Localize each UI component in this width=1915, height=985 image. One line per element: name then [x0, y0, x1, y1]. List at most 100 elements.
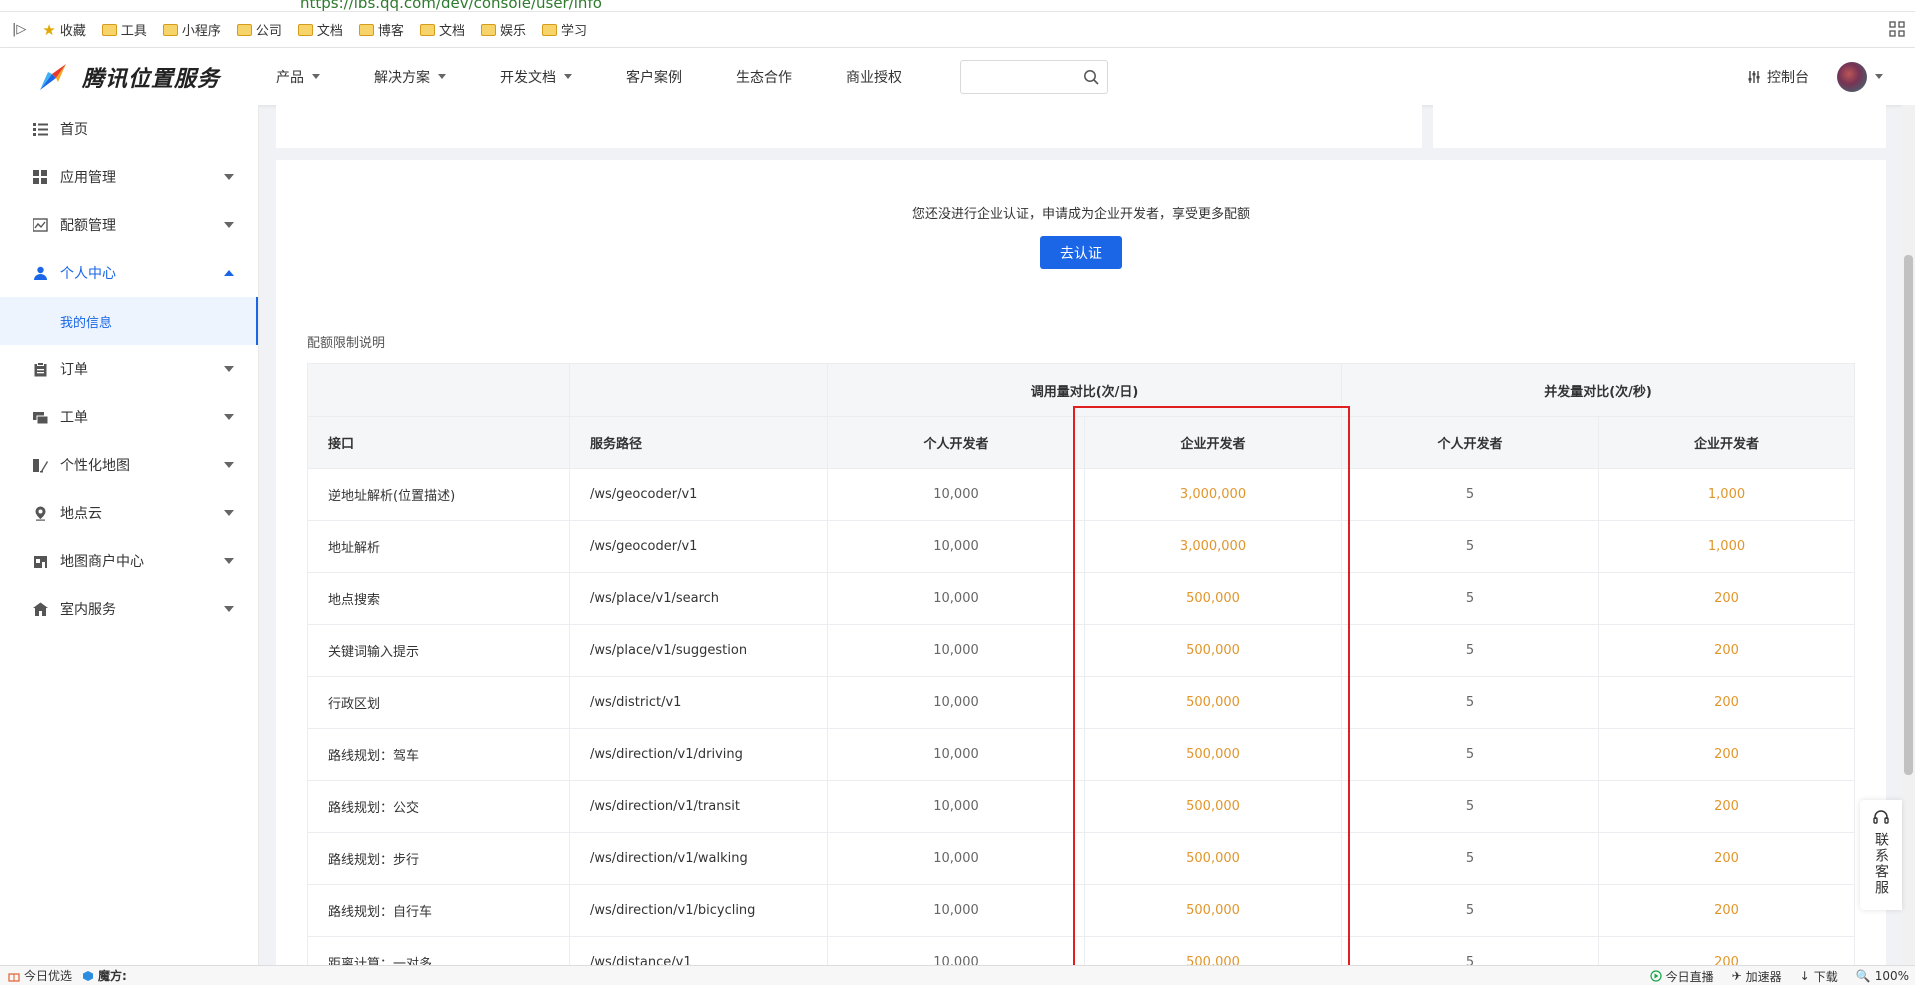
nav-item[interactable]: 生态合作 — [736, 67, 812, 87]
cell-api: 路线规划：公交 — [307, 780, 570, 833]
cell-personal-calls: 10,000 — [827, 676, 1085, 729]
cell-path: /ws/direction/v1/walking — [569, 832, 828, 885]
scrollbar[interactable] — [1902, 105, 1915, 965]
avatar[interactable] — [1837, 61, 1867, 92]
bookmark-label: 文档 — [316, 24, 343, 39]
table-row: 地点搜索/ws/place/v1/search 10,000 500,000 5 200 — [307, 572, 1856, 625]
bookmark-item[interactable]: ★ 收藏 — [42, 20, 86, 40]
bookmark-item[interactable]: 文档 — [419, 20, 465, 39]
cell-enterprise-concurrency: 200 — [1598, 676, 1856, 729]
brand-name: 腾讯位置服务 — [82, 66, 221, 92]
ticket-icon — [33, 410, 49, 425]
nav-item[interactable]: 产品 — [276, 67, 340, 87]
statusbar-zoom[interactable]: 🔍 100% — [1856, 969, 1909, 983]
sidebar-item[interactable]: 订单 — [0, 345, 258, 393]
column-header-enterprise-concurrency: 企业开发者 — [1598, 416, 1856, 469]
browser-statusbar: 今日优选 魔方: 今日直播 ✈ 加速器 ↓ 下载 🔍 100% — [0, 965, 1915, 985]
sidebar-item[interactable]: 首页 — [0, 105, 258, 153]
download-icon: ↓ — [1799, 969, 1810, 983]
header-right: 控制台 — [1747, 48, 1883, 105]
statusbar-accelerator[interactable]: ✈ 加速器 — [1732, 968, 1782, 985]
statusbar-deals-label: 今日优选 — [24, 969, 73, 983]
table-row: 路线规划：驾车/ws/direction/v1/driving 10,000 500… — [307, 728, 1856, 781]
browser-address-strip: https://lbs.qq.com/dev/console/user/info — [0, 0, 1915, 12]
cell-personal-concurrency: 5 — [1341, 520, 1600, 573]
folder-icon — [101, 23, 117, 36]
statusbar-download[interactable]: ↓ 下载 — [1800, 968, 1838, 985]
folder-icon — [419, 23, 435, 36]
sidebar-item-label: 地图商户中心 — [60, 554, 144, 570]
sidebar-item[interactable]: 配额管理 — [0, 201, 258, 249]
bookmark-item[interactable]: 学习 — [541, 20, 587, 39]
cell-enterprise-calls: 500,000 — [1083, 624, 1343, 677]
statusbar-cube[interactable]: 魔方: — [82, 967, 127, 984]
search-icon[interactable] — [1083, 69, 1099, 85]
user-menu[interactable] — [1837, 61, 1883, 92]
cell-api: 地址解析 — [307, 520, 570, 573]
bookmark-label: 娱乐 — [499, 24, 526, 39]
cell-personal-concurrency: 5 — [1341, 780, 1600, 833]
bookmark-item[interactable]: 文档 — [297, 20, 343, 39]
console-link[interactable]: 控制台 — [1747, 67, 1809, 87]
sidebar-item[interactable]: 地点云 — [0, 489, 258, 537]
scroll-thumb[interactable] — [1904, 255, 1913, 775]
bookmark-label: 公司 — [255, 24, 282, 39]
cell-personal-calls: 10,000 — [827, 520, 1085, 573]
chevron-down-icon — [224, 414, 234, 420]
sidebar-item[interactable]: 室内服务 — [0, 585, 258, 633]
table-row: 路线规划：公交/ws/direction/v1/transit 10,000 500… — [307, 780, 1856, 833]
nav-item[interactable]: 开发文档 — [500, 67, 592, 87]
sidebar-subitem-my-info[interactable]: 我的信息 — [0, 297, 258, 345]
search-box[interactable] — [960, 59, 1108, 94]
map-edit-icon — [33, 458, 48, 473]
table-row: 逆地址解析(位置描述)/ws/geocoder/v1 10,000 3,000,00… — [307, 468, 1856, 521]
brand-logo[interactable]: 腾讯位置服务 — [36, 60, 276, 94]
sidebar-item[interactable]: 地图商户中心 — [0, 537, 258, 585]
table-row: 地址解析/ws/geocoder/v1 10,000 3,000,000 5 1,000 — [307, 520, 1856, 573]
apps-grid-icon[interactable] — [1889, 21, 1905, 37]
cell-enterprise-calls: 500,000 — [1083, 780, 1343, 833]
contact-service-float[interactable]: 联系客服 — [1860, 800, 1902, 910]
nav-item[interactable]: 解决方案 — [374, 67, 466, 87]
bookmark-label: 收藏 — [59, 24, 86, 39]
cell-enterprise-concurrency: 1,000 — [1598, 520, 1856, 573]
sidebar-item[interactable]: 个性化地图 — [0, 441, 258, 489]
statusbar-cube-label: 魔方: — [98, 969, 127, 983]
headset-icon — [1873, 810, 1889, 824]
info-card-top — [276, 105, 1422, 148]
certify-button[interactable]: 去认证 — [1040, 236, 1122, 269]
sidebar-item[interactable]: 应用管理 — [0, 153, 258, 201]
table-row: 路线规划：自行车/ws/direction/v1/bicycling 10,000… — [307, 884, 1856, 937]
folder-icon — [162, 23, 178, 36]
sidebar-toggle-icon[interactable]: |▷ — [12, 22, 26, 37]
search-input[interactable] — [961, 60, 1071, 93]
cell-enterprise-calls: 500,000 — [1083, 728, 1343, 781]
chevron-down-icon — [312, 74, 320, 79]
cell-path: /ws/direction/v1/driving — [569, 728, 828, 781]
bookmark-item[interactable]: 公司 — [236, 20, 282, 39]
cell-api: 关键词输入提示 — [307, 624, 570, 677]
chevron-down-icon — [1875, 74, 1883, 79]
nav-item[interactable]: 客户案例 — [626, 67, 702, 87]
bookmark-item[interactable]: 小程序 — [162, 20, 221, 39]
compass-logo-icon — [40, 63, 66, 90]
cell-personal-calls: 10,000 — [827, 832, 1085, 885]
address-url[interactable]: https://lbs.qq.com/dev/console/user/info — [300, 0, 602, 11]
cell-personal-concurrency: 5 — [1341, 728, 1600, 781]
statusbar-deals[interactable]: 今日优选 — [8, 967, 72, 984]
sidebar-item-label: 地点云 — [60, 506, 102, 522]
cell-enterprise-concurrency: 200 — [1598, 832, 1856, 885]
cell-personal-concurrency: 5 — [1341, 572, 1600, 625]
statusbar-live[interactable]: 今日直播 — [1649, 968, 1714, 985]
bookmark-item[interactable]: 工具 — [101, 20, 147, 39]
clipboard-icon — [33, 361, 48, 377]
cell-personal-concurrency: 5 — [1341, 832, 1600, 885]
bookmark-item[interactable]: 娱乐 — [480, 20, 526, 39]
sidebar-item[interactable]: 个人中心 — [0, 249, 258, 297]
nav-item[interactable]: 商业授权 — [846, 67, 922, 87]
quota-title: 配额限制说明 — [307, 336, 386, 351]
bookmark-item[interactable]: 博客 — [358, 20, 404, 39]
cell-enterprise-concurrency: 200 — [1598, 884, 1856, 937]
folder-icon — [358, 23, 374, 36]
sidebar-item[interactable]: 工单 — [0, 393, 258, 441]
